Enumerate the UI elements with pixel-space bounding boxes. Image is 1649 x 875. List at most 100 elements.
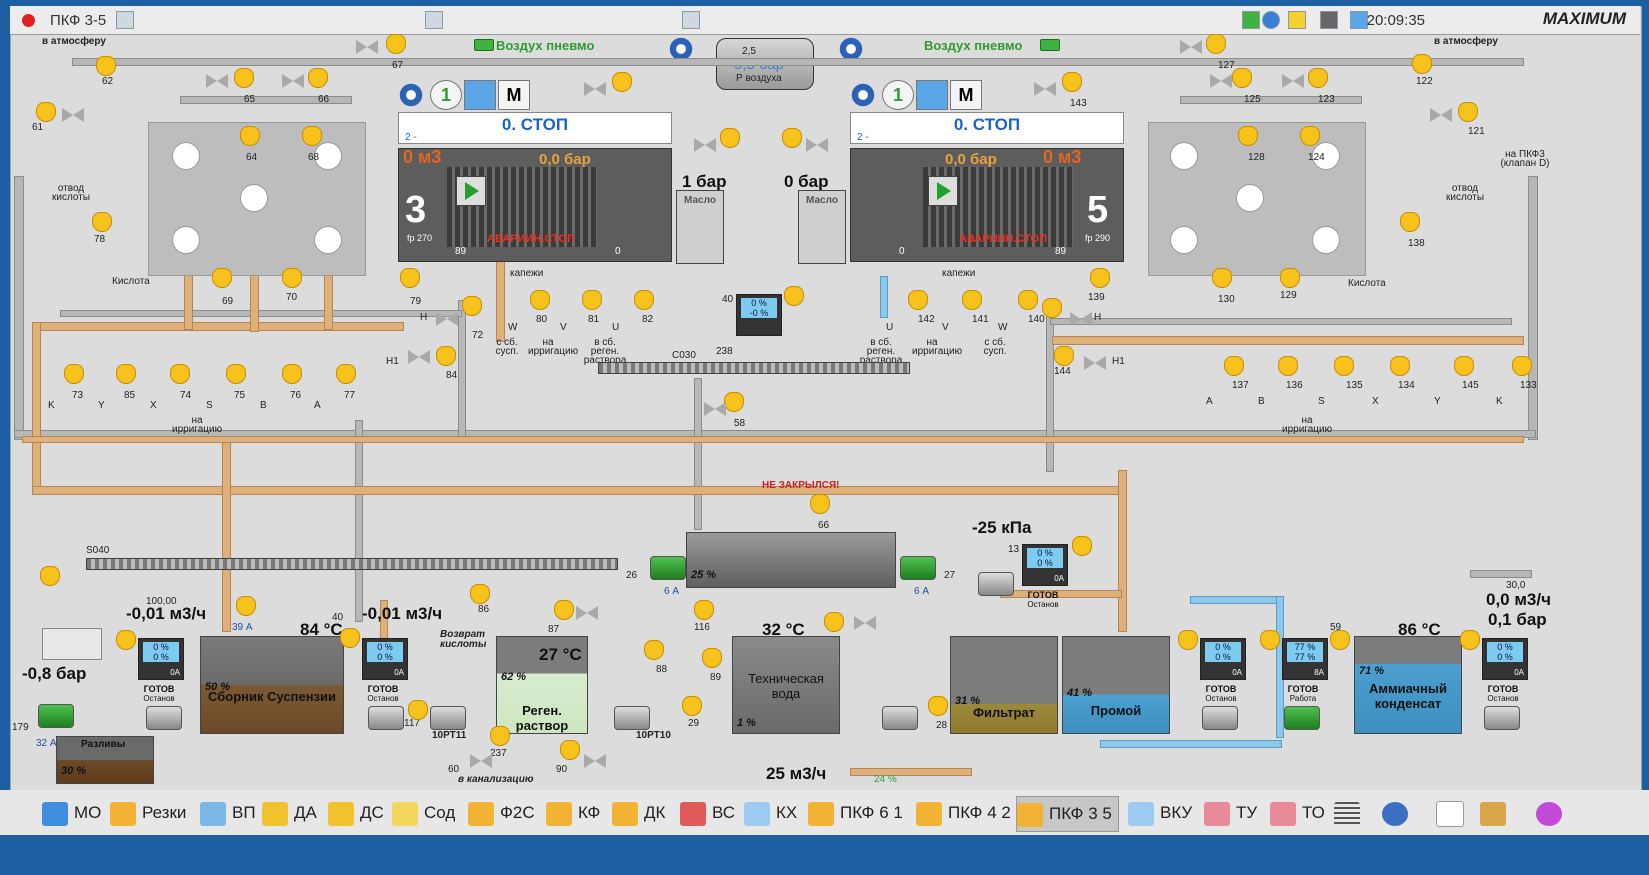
manual-hand-icon[interactable] <box>1054 346 1074 366</box>
task-vku[interactable]: ВКУ <box>1128 796 1192 830</box>
manual-hand-icon[interactable] <box>724 392 744 412</box>
water-drop-icon[interactable] <box>916 80 948 110</box>
valve[interactable] <box>356 40 378 54</box>
operator-button[interactable] <box>1480 796 1512 830</box>
manual-hand-icon[interactable] <box>1512 356 1532 376</box>
manual-hand-icon[interactable] <box>1454 356 1474 376</box>
manual-hand-icon[interactable] <box>36 102 56 122</box>
manual-hand-icon[interactable] <box>240 126 260 146</box>
task-pkf35[interactable]: ПКФ 3 5 <box>1016 796 1119 832</box>
user-button[interactable] <box>1536 796 1568 830</box>
manual-hand-icon[interactable] <box>634 290 654 310</box>
clipboard-icon[interactable] <box>116 11 134 29</box>
manual-hand-icon[interactable] <box>282 268 302 288</box>
pump-11[interactable] <box>1202 706 1238 730</box>
chat-icon[interactable] <box>1262 11 1280 29</box>
task-vp[interactable]: ВП <box>200 796 256 830</box>
manual-hand-icon[interactable] <box>490 726 510 746</box>
manual-hand-icon[interactable] <box>554 600 574 620</box>
valve[interactable] <box>1210 74 1232 88</box>
valve[interactable] <box>1430 108 1452 122</box>
pump-28[interactable] <box>882 706 918 730</box>
screw-conveyor[interactable]: 25 % <box>686 532 896 588</box>
manual-hand-icon[interactable] <box>340 628 360 648</box>
promoy-tank[interactable]: 41 % Промой <box>1062 636 1170 734</box>
add-icon[interactable] <box>1242 11 1260 29</box>
pump-10pt11[interactable] <box>430 706 466 730</box>
spill-tank[interactable]: Разливы 30 % <box>56 736 154 784</box>
manual-hand-icon[interactable] <box>784 286 804 306</box>
ammon-pump[interactable] <box>1484 706 1520 730</box>
manual-hand-icon[interactable] <box>1018 290 1038 310</box>
susp-monitor-right[interactable]: 0 % 0 % 0A <box>362 638 408 680</box>
valve[interactable] <box>282 74 304 88</box>
manual-hand-icon[interactable] <box>1212 268 1232 288</box>
valve[interactable] <box>584 754 606 768</box>
manual-hand-icon[interactable] <box>1330 630 1350 650</box>
valve[interactable] <box>62 108 84 122</box>
pump-27[interactable] <box>900 556 936 580</box>
gear-icon[interactable] <box>850 82 876 108</box>
valve[interactable] <box>1084 356 1106 370</box>
manual-hand-icon[interactable] <box>40 566 60 586</box>
manual-hand-icon[interactable] <box>436 346 456 366</box>
manual-hand-icon[interactable] <box>212 268 232 288</box>
manual-hand-icon[interactable] <box>1072 536 1092 556</box>
valve[interactable] <box>584 82 606 96</box>
mode-1-button[interactable]: 1 <box>882 80 914 110</box>
manual-hand-icon[interactable] <box>1090 268 1110 288</box>
manual-hand-icon[interactable] <box>1232 68 1252 88</box>
manual-hand-icon[interactable] <box>1238 126 1258 146</box>
manual-hand-icon[interactable] <box>694 600 714 620</box>
valve[interactable] <box>576 606 598 620</box>
pump-12[interactable] <box>1284 706 1320 730</box>
manual-hand-icon[interactable] <box>1390 356 1410 376</box>
manual-hand-icon[interactable] <box>236 596 256 616</box>
trends-button[interactable] <box>1436 796 1470 830</box>
filter-press-3[interactable]: 0 м3 0,0 бар 3 fp 270 АВАРИИН.СТОП 89 0 <box>398 147 672 262</box>
manual-hand-icon[interactable] <box>408 700 428 720</box>
valve[interactable] <box>1282 74 1304 88</box>
manual-hand-icon[interactable] <box>92 212 112 232</box>
manual-hand-icon[interactable] <box>560 740 580 760</box>
manual-hand-icon[interactable] <box>302 126 322 146</box>
send-icon[interactable] <box>1350 11 1368 29</box>
manual-hand-icon[interactable] <box>782 128 802 148</box>
manual-hand-icon[interactable] <box>928 696 948 716</box>
task-da[interactable]: ДА <box>262 796 317 830</box>
manual-hand-icon[interactable] <box>64 364 84 384</box>
manual-hand-icon[interactable] <box>1412 54 1432 74</box>
vacuum-pump[interactable] <box>978 572 1014 596</box>
manual-hand-icon[interactable] <box>1400 212 1420 232</box>
tech-water-tank[interactable]: Техническая вода 1 % <box>732 636 840 734</box>
manual-hand-icon[interactable] <box>1334 356 1354 376</box>
task-kh[interactable]: КХ <box>744 796 797 830</box>
manual-hand-icon[interactable] <box>582 290 602 310</box>
mode-1-button[interactable]: 1 <box>430 80 462 110</box>
manual-hand-icon[interactable] <box>682 696 702 716</box>
manual-hand-icon[interactable] <box>226 364 246 384</box>
conveyor-s040[interactable] <box>86 558 618 570</box>
manual-hand-icon[interactable] <box>336 364 356 384</box>
manual-hand-icon[interactable] <box>1042 298 1062 318</box>
susp-pump-left[interactable] <box>146 706 182 730</box>
task-tu[interactable]: ТУ <box>1204 796 1257 830</box>
warning-icon[interactable] <box>1288 11 1306 29</box>
settings-button[interactable] <box>1382 796 1414 830</box>
pump-179[interactable] <box>38 704 74 728</box>
regen-tank[interactable]: 27 °C 62 % Реген. раствор <box>496 636 588 734</box>
valve[interactable] <box>704 402 726 416</box>
operator-icon[interactable] <box>1320 11 1338 29</box>
task-sod[interactable]: Сод <box>392 796 455 830</box>
manual-hand-icon[interactable] <box>810 494 830 514</box>
manual-hand-icon[interactable] <box>1206 34 1226 54</box>
clipboard-icon[interactable] <box>682 11 700 29</box>
manual-hand-icon[interactable] <box>1062 72 1082 92</box>
task-to[interactable]: ТО <box>1270 796 1325 830</box>
manual-hand-icon[interactable] <box>962 290 982 310</box>
manual-hand-icon[interactable] <box>116 364 136 384</box>
susp-monitor-left[interactable]: 0 % 0 % 0A <box>138 638 184 680</box>
manual-hand-icon[interactable] <box>386 34 406 54</box>
manual-hand-icon[interactable] <box>308 68 328 88</box>
pump-monitor-12[interactable]: 77 % 77 % 8A <box>1282 638 1328 680</box>
